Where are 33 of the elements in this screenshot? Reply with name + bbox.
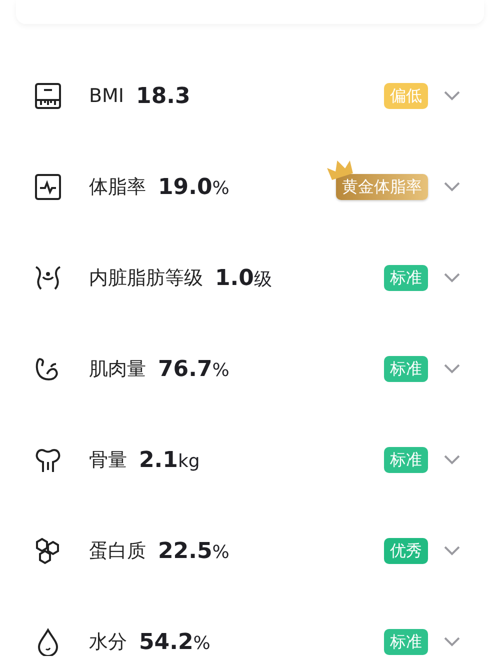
metric-label: 水分 xyxy=(89,630,127,655)
metric-value: 1.0级 xyxy=(215,266,272,290)
scale-icon xyxy=(34,82,62,110)
status-tag: 偏低 xyxy=(384,83,428,109)
status-tag: 标准 xyxy=(384,447,428,473)
bone-icon xyxy=(34,446,62,474)
chevron-down-icon[interactable] xyxy=(444,546,460,556)
belly-icon xyxy=(34,264,62,292)
metric-label: 体脂率 xyxy=(89,175,146,200)
chevron-down-icon[interactable] xyxy=(444,182,460,192)
metric-value: 22.5% xyxy=(158,538,230,564)
metric-value: 19.0% xyxy=(158,174,230,200)
metric-label: BMI xyxy=(89,85,124,107)
metric-value: 54.2% xyxy=(139,630,210,654)
status-tag: 标准 xyxy=(384,356,428,382)
chevron-down-icon[interactable] xyxy=(444,91,460,101)
metric-value: 2.1kg xyxy=(139,448,200,472)
pulse-icon xyxy=(34,173,62,201)
chevron-down-icon[interactable] xyxy=(444,364,460,374)
hexagons-icon xyxy=(34,537,62,565)
status-tag: 黄金体脂率 xyxy=(336,174,428,200)
chevron-down-icon[interactable] xyxy=(444,637,460,647)
chevron-down-icon[interactable] xyxy=(444,455,460,465)
metric-label: 蛋白质 xyxy=(89,539,146,564)
metric-value: 18.3 xyxy=(136,84,190,108)
chevron-down-icon[interactable] xyxy=(444,273,460,283)
status-tag: 优秀 xyxy=(384,538,428,564)
metric-label: 肌肉量 xyxy=(89,357,146,382)
metric-label: 骨量 xyxy=(89,448,127,473)
status-tag: 标准 xyxy=(384,629,428,655)
metric-label: 内脏脂肪等级 xyxy=(89,266,203,291)
status-tag: 标准 xyxy=(384,265,428,291)
metric-value: 76.7% xyxy=(158,356,230,382)
